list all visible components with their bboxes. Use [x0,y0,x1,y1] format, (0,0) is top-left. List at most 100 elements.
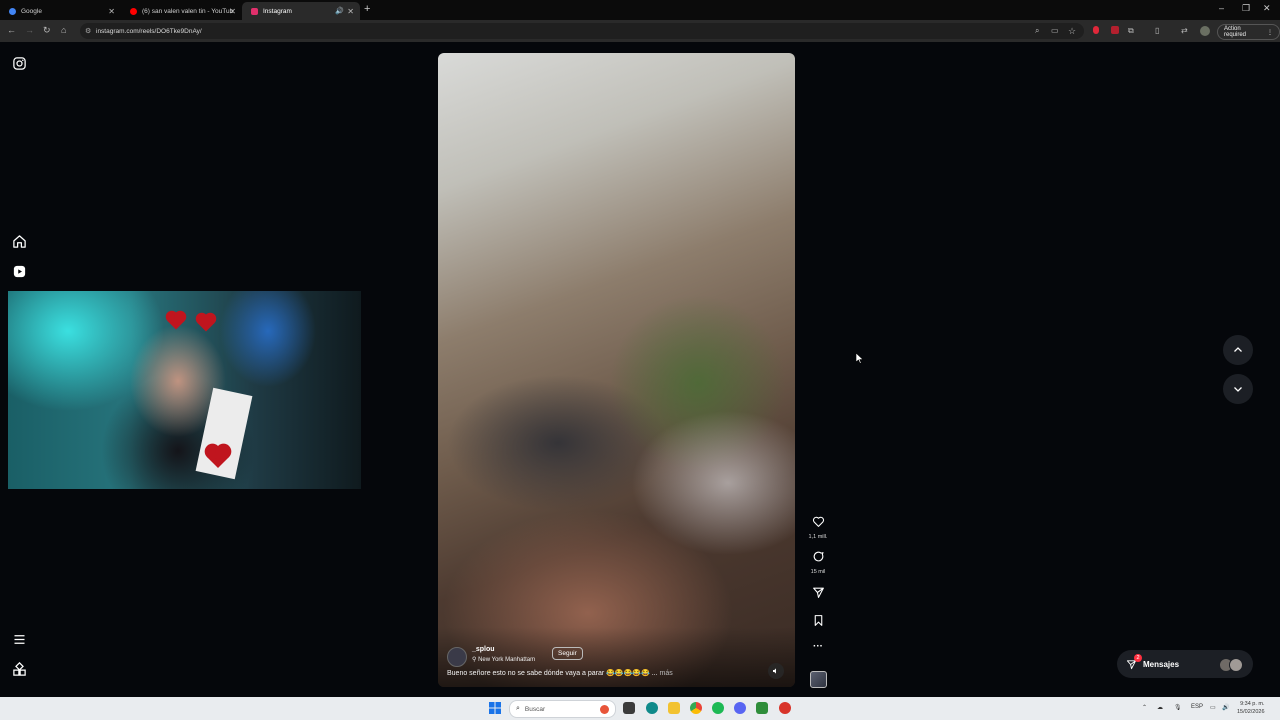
tab-title: Google [21,7,42,15]
cast-icon[interactable]: ▭ [1051,26,1061,36]
google-favicon-icon [9,7,16,15]
reload-icon[interactable]: ↻ [43,25,51,36]
action-required-button[interactable]: Action required ⋮ [1217,24,1280,40]
windows-start-icon[interactable] [489,702,501,714]
browser-toolbar: ← → ↻ ⌂ ⚙ instagram.com/reels/DO6Tke9DnA… [0,20,1280,42]
audio-playing-icon[interactable]: 🔊 [335,7,344,15]
tab-title: (6) san valen valen tin - YouTub [142,7,234,15]
tab-instagram[interactable]: Instagram 🔊 ✕ [242,2,360,20]
search-highlight-icon [600,704,609,714]
reel-video[interactable]: _splou ⚲ New York Manhattam Seguir Bueno… [438,53,795,687]
like-count: 1,1 mill. [808,534,828,540]
heart-icon[interactable] [812,515,825,528]
windows-taskbar: ⌕ Buscar ⌃ ☁ 🎙 ESP ▭ 🔊 9:34 p. m. 15/02/… [0,697,1280,720]
comment-count: 15 mil [810,569,826,575]
profile-avatar[interactable] [1200,26,1210,36]
save-action[interactable] [808,614,828,632]
close-tab-icon[interactable]: ✕ [229,7,236,16]
more-apps-icon[interactable] [12,662,27,677]
reels-icon[interactable] [12,264,27,279]
like-action[interactable]: 1,1 mill. [808,515,828,540]
chevron-down-icon [1234,387,1242,392]
messages-button[interactable]: 2 Mensajes [1117,650,1253,678]
extension-red-icon[interactable] [1093,26,1099,34]
home-icon[interactable] [12,234,27,249]
zoom-icon[interactable]: ⌕ [1035,26,1045,36]
unread-badge: 2 [1134,654,1142,662]
webcam-overlay [8,291,361,489]
instagram-logo-icon[interactable] [12,56,27,71]
address-bar[interactable]: ⚙ instagram.com/reels/DO6Tke9DnAy/ [80,23,1084,39]
edge-icon[interactable] [646,702,658,714]
avatar[interactable] [447,647,467,667]
chevron-up-icon [1234,347,1242,352]
tray-cloud-icon[interactable]: ☁ [1157,704,1163,711]
caption-text: Bueno señore esto no se sabe dónde vaya … [447,670,658,677]
translate-icon[interactable]: ⇄ [1181,26,1191,36]
taskbar-clock[interactable]: 9:34 p. m. 15/02/2026 [1237,700,1265,716]
xbox-icon[interactable] [756,702,768,714]
bookmark-icon[interactable] [812,614,825,627]
file-explorer-icon[interactable] [668,702,680,714]
tray-wifi-icon[interactable]: ▭ [1210,704,1216,711]
extensions-icon[interactable]: ⧉ [1128,26,1138,36]
tray-volume-icon[interactable]: 🔊 [1222,704,1229,711]
app-red-icon[interactable] [779,702,791,714]
forward-icon[interactable]: → [25,25,34,35]
caption-more-link[interactable]: más [659,670,672,677]
restore-icon[interactable]: ❐ [1242,3,1250,14]
heart-headband-icon [167,312,185,330]
reel-username[interactable]: _splou [472,646,495,653]
comment-action[interactable]: 15 mil [808,550,828,575]
task-view-icon[interactable] [623,702,635,714]
sidebar-icon[interactable]: ▯ [1155,26,1165,36]
close-window-icon[interactable]: ✕ [1263,3,1271,14]
chrome-icon[interactable] [690,702,702,714]
tab-google[interactable]: Google ✕ [0,2,121,20]
more-options-icon[interactable]: ··· [808,641,828,652]
menu-icon[interactable] [12,632,27,647]
bookmark-star-icon[interactable]: ☆ [1068,26,1078,36]
search-placeholder: Buscar [524,705,546,713]
extension-shield-icon[interactable] [1111,26,1119,34]
avatar [1229,658,1243,672]
clock-time: 9:34 p. m. [1240,701,1265,707]
heart-headband-icon [197,314,215,332]
keyboard-language[interactable]: ESP [1191,704,1203,710]
previous-reel-button[interactable] [1223,335,1253,365]
tray-overflow-icon[interactable]: ⌃ [1142,704,1147,711]
home-button-icon[interactable]: ⌂ [61,25,66,35]
reel-location[interactable]: ⚲ New York Manhattam [472,656,535,663]
kebab-menu-icon: ⋮ [1267,29,1273,36]
follow-button[interactable]: Seguir [552,647,583,660]
mouse-cursor-icon [856,353,863,364]
mute-icon [773,668,776,674]
share-action[interactable] [808,586,828,604]
url-text: instagram.com/reels/DO6Tke9DnAy/ [96,27,202,35]
messages-label: Mensajes [1143,659,1180,669]
reel-caption: Bueno señore esto no se sabe dónde vaya … [447,669,673,677]
share-icon[interactable] [812,586,825,599]
mute-button[interactable] [768,663,784,679]
next-reel-button[interactable] [1223,374,1253,404]
clock-date: 15/02/2026 [1237,709,1265,715]
back-icon[interactable]: ← [7,25,16,35]
taskbar-search[interactable]: ⌕ Buscar [509,700,616,718]
location-label: New York Manhattam [478,657,536,663]
search-icon: ⌕ [516,705,520,712]
site-info-icon[interactable]: ⚙ [85,27,91,35]
youtube-favicon-icon [130,7,137,15]
tab-youtube[interactable]: (6) san valen valen tin - YouTub ✕ [121,2,242,20]
action-required-label: Action required [1224,26,1247,38]
discord-icon[interactable] [734,702,746,714]
close-tab-icon[interactable]: ✕ [108,7,115,16]
new-tab-button[interactable]: + [364,3,370,15]
spotify-icon[interactable] [712,702,724,714]
comment-icon[interactable] [812,550,825,563]
close-tab-icon[interactable]: ✕ [347,7,354,16]
instagram-favicon-icon [251,7,258,15]
minimize-icon[interactable]: – [1219,3,1224,13]
audio-thumbnail[interactable] [810,671,827,688]
tab-title: Instagram [263,7,292,15]
tray-mic-icon[interactable]: 🎙 [1174,704,1182,711]
